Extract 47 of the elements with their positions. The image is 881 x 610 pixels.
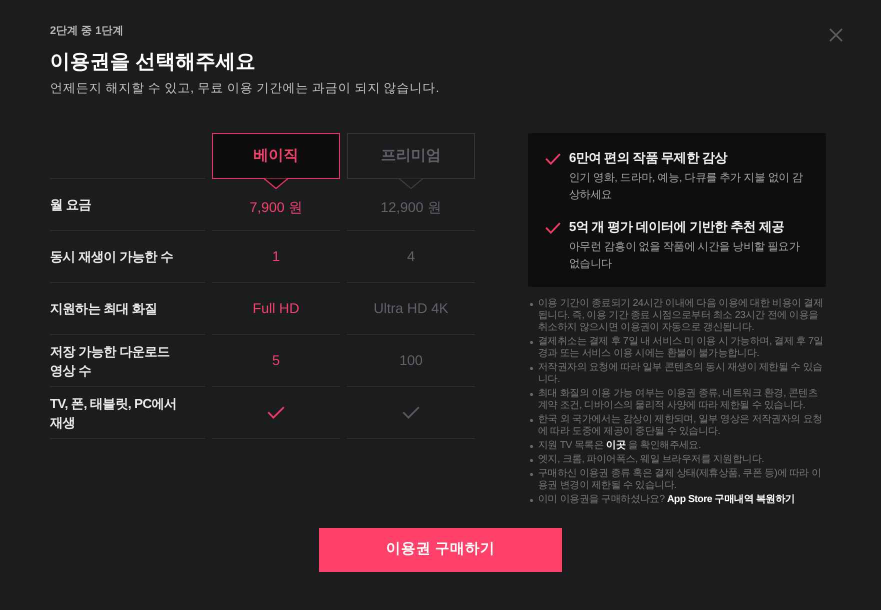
- bullet-icon: [530, 367, 533, 370]
- modal-title: 이용권을 선택해주세요: [50, 50, 257, 75]
- bullet-icon: [530, 459, 533, 462]
- benefit-title: 5억 개 평가 데이터에 기반한 추천 제공: [569, 218, 786, 236]
- plan-value: Ultra HD 4K: [374, 299, 448, 318]
- feature-label: TV, 폰, 태블릿, PC에서 재생: [50, 394, 178, 432]
- plan-value: 12,900 원: [380, 198, 442, 216]
- tab-pointer-icon: [399, 178, 423, 189]
- note-text: 한국 외 국가에서는 감상이 제한되며, 일부 영상은 저작권자의 요청에 따라 도중에 제공이 중단될 수 있습니다.: [538, 414, 824, 438]
- step-label: 2단계 중 1단계: [50, 24, 124, 38]
- plan-value: 4: [407, 247, 415, 266]
- benefit-description: 아무런 감흥이 없을 작품에 시간을 낭비할 필요가 없습니다: [569, 240, 801, 272]
- close-icon[interactable]: [829, 28, 843, 42]
- note-text: 결제취소는 결제 후 7일 내 서비스 미 이용 시 가능하며, 결제 후 7일 경과 또는 서비스 이용 시에는 환불이 불가능합니다.: [538, 336, 824, 360]
- note-text: 구매하신 이용권 종류 혹은 결제 상태(제휴상품, 쿠폰 등)에 따라 이용권 변경이 제한될 수 있습니다.: [538, 468, 822, 492]
- modal-subtitle: 언제든지 해지할 수 있고, 무료 이용 기간에는 과금이 되지 않습니다.: [50, 80, 440, 96]
- purchase-button[interactable]: 이용권 구매하기: [319, 528, 562, 572]
- plan-value: 7,900 원: [250, 198, 302, 216]
- feature-label: 지원하는 최대 화질: [50, 300, 158, 318]
- note-text: 이미 이용권을 구매하셨나요? App Store 구매내역 복원하기: [538, 494, 795, 506]
- note-text: 이용 기간이 종료되기 24시간 이내에 다음 이용에 대한 비용이 결제됩니다. 즉, 이용 기간 종료 시점으로부터 최소 23시간 전에 이용을 취소하지 않으시면 이용권이 자동으로 갱신됩니다.: [538, 298, 824, 334]
- check-icon: [545, 153, 561, 165]
- feature-label: 월 요금: [50, 196, 92, 214]
- bullet-icon: [530, 393, 533, 396]
- tab-pointer-icon: [264, 178, 288, 189]
- benefit-description: 인기 영화, 드라마, 예능, 다큐를 추가 지불 없이 감상하세요: [569, 171, 804, 203]
- note-text: 저작권자의 요청에 따라 일부 콘텐츠의 동시 재생이 제한될 수 있습니다.: [538, 362, 824, 386]
- plan-value: Full HD: [252, 299, 300, 318]
- bullet-icon: [530, 419, 533, 422]
- bullet-icon: [530, 303, 533, 306]
- plan-value: 100: [399, 351, 423, 370]
- note-text: 최대 화질의 이용 가능 여부는 이용권 종류, 네트워크 환경, 콘텐츠 계약 조건, 디바이스의 물리적 사양에 따라 제한될 수 있습니다.: [538, 388, 818, 412]
- benefit-title: 6만여 편의 작품 무제한 감상: [569, 149, 728, 167]
- bullet-icon: [530, 473, 533, 476]
- note-link[interactable]: App Store 구매내역 복원하기: [667, 494, 795, 505]
- bullet-icon: [530, 341, 533, 344]
- bullet-icon: [530, 445, 533, 448]
- plan-value: 1: [272, 247, 280, 266]
- plan-tab[interactable]: 프리미엄: [347, 133, 475, 179]
- note-text: 지원 TV 목록은 이곳 을 확인해주세요.: [538, 440, 701, 452]
- bullet-icon: [530, 499, 533, 502]
- feature-label: 저장 가능한 다운로드 영상 수: [50, 342, 171, 380]
- check-icon: [545, 222, 561, 234]
- note-link[interactable]: 이곳: [606, 440, 626, 451]
- plan-value: 5: [272, 351, 280, 370]
- note-text: 엣지, 크롬, 파이어폭스, 웨일 브라우저를 지원합니다.: [538, 454, 764, 466]
- feature-label: 동시 재생이 가능한 수: [50, 248, 174, 266]
